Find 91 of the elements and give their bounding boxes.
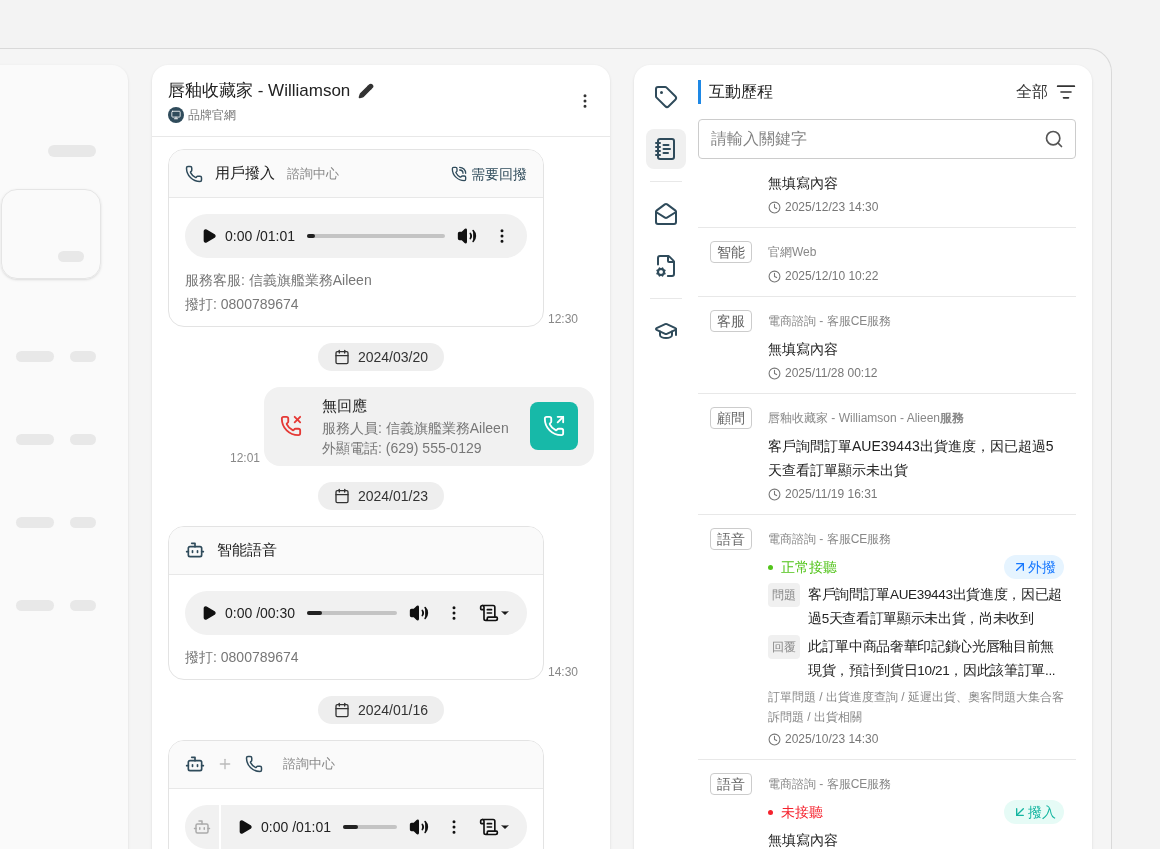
- type-tag: 顧問: [710, 407, 752, 429]
- contact-name: 唇釉收藏家 - Williamson: [168, 79, 351, 102]
- audio-time: 0:00 /01:01: [225, 227, 296, 246]
- history-time: 2025/10/23 14:30: [768, 731, 1064, 747]
- volume-icon[interactable]: [457, 226, 477, 246]
- message-time: 12:30: [548, 311, 579, 327]
- date-chip: 2024/03/20: [317, 343, 445, 371]
- edit-icon[interactable]: [358, 82, 375, 99]
- phone-call-icon: [451, 165, 467, 182]
- plus-icon: [217, 756, 233, 772]
- message-time: 14:30: [548, 663, 579, 680]
- call-detail: 外顯電話: (629) 555-0129: [322, 438, 483, 458]
- history-content: 無填寫內容: [768, 340, 839, 359]
- search-field[interactable]: 請輸入關鍵字: [698, 119, 1076, 159]
- robot-icon: [193, 817, 211, 836]
- history-source: 電商諮詢 - 客服CE服務: [768, 531, 893, 548]
- call-status: 未接聽: [768, 802, 823, 822]
- type-tag: 客服: [710, 310, 752, 332]
- history-time: 2025/11/28 00:12: [768, 365, 1064, 381]
- history-content: 無填寫內容: [768, 174, 839, 193]
- message-time: 12:01: [229, 449, 260, 466]
- clock-icon: [768, 366, 781, 380]
- phone-icon: [185, 164, 203, 183]
- card-detail: 服務客服: 信義旗艦業務Aileen: [185, 271, 373, 290]
- date-chip: 2024/01/16: [317, 695, 445, 724]
- transcript-menu[interactable]: [479, 602, 511, 623]
- card-subtitle: 諮詢中心: [283, 755, 335, 774]
- qa-text: 此訂單中商品奢華印記鎖心光唇釉目前無現貨，預計到貨日10/21，因此該筆訂單...: [808, 638, 1057, 680]
- calendar-icon: [333, 349, 350, 365]
- calendar-icon: [333, 701, 350, 718]
- clock-icon: [768, 200, 781, 214]
- direction-badge: 撥入: [1004, 800, 1064, 824]
- monitor-icon: [168, 107, 184, 124]
- qa-label: 回覆: [768, 635, 800, 659]
- clock-icon: [768, 269, 781, 283]
- history-time: 2025/12/23 14:30: [768, 199, 1064, 215]
- transcript-menu[interactable]: [479, 816, 511, 837]
- audio-track[interactable]: [307, 234, 445, 238]
- clock-icon: [768, 732, 781, 746]
- type-tag: 語音: [710, 528, 752, 550]
- history-content: 客戶詢問訂單AUE39443出貨進度，因已超過5天查看訂單顯示未出貨: [768, 437, 1055, 480]
- volume-icon[interactable]: [409, 816, 429, 837]
- callback-label: 需要回撥: [451, 163, 527, 184]
- play-icon[interactable]: [201, 604, 217, 621]
- clock-icon: [768, 487, 781, 501]
- audio-track[interactable]: [307, 610, 397, 615]
- calendar-icon: [333, 487, 350, 504]
- audio-track[interactable]: [343, 824, 397, 829]
- card-detail: 撥打: 0800789674: [185, 295, 300, 314]
- call-status: 正常接聽: [768, 557, 837, 577]
- phone-outgoing-icon: [543, 415, 565, 438]
- robot-icon: [185, 754, 205, 774]
- card-subtitle: 諮詢中心: [287, 164, 339, 183]
- history-source: 電商諮詢 - 客服CE服務: [768, 313, 893, 330]
- contact-source: 品牌官網: [168, 107, 375, 124]
- history-content: 無填寫內容: [768, 831, 839, 849]
- audio-time: 0:00 /01:01: [261, 817, 332, 837]
- filter-button[interactable]: 全部: [1016, 80, 1076, 104]
- history-source: 唇釉收藏家 - Williamson - Alieen服務: [768, 410, 966, 427]
- volume-icon[interactable]: [409, 602, 429, 623]
- audio-player[interactable]: 0:00 /01:01: [185, 214, 527, 258]
- phone-icon: [245, 755, 263, 773]
- panel-title: 互動歷程: [698, 80, 773, 104]
- card-title: 智能語音: [217, 539, 277, 560]
- history-categories: 訂單問題 / 出貨進度查詢 / 延遲出貨、奧客問題大集合客訴問題 / 出貨相關: [768, 689, 1064, 726]
- filter-icon: [1056, 82, 1076, 102]
- audio-player[interactable]: 0:00 /01:01: [185, 804, 527, 849]
- play-icon[interactable]: [201, 228, 217, 244]
- play-icon[interactable]: [237, 818, 253, 835]
- history-time: 2025/12/10 10:22: [768, 268, 1064, 284]
- qa-label: 問題: [768, 583, 800, 607]
- card-detail: 撥打: 0800789674: [185, 647, 300, 667]
- type-tag: 智能: [710, 241, 752, 263]
- robot-icon: [185, 540, 205, 560]
- missed-call-icon: [280, 415, 302, 438]
- audio-time: 0:00 /00:30: [225, 603, 296, 623]
- search-icon[interactable]: [1044, 129, 1064, 149]
- call-detail: 服務人員: 信義旗艦業務Aileen: [322, 418, 510, 438]
- call-title: 無回應: [322, 396, 368, 416]
- direction-badge: 外撥: [1004, 555, 1064, 579]
- qa-text: 客戶詢問訂單AUE39443出貨進度，因已超過5天查看訂單顯示未出貨，尚未收到: [808, 586, 1063, 628]
- card-title: 用戶撥入: [215, 163, 275, 184]
- transcript-icon: [479, 816, 499, 837]
- transcript-icon: [479, 602, 499, 623]
- date-chip: 2024/01/23: [317, 481, 445, 510]
- history-time: 2025/11/19 16:31: [768, 486, 1064, 502]
- type-tag: 語音: [710, 773, 752, 795]
- audio-player[interactable]: 0:00 /00:30: [185, 590, 527, 635]
- notebook-icon[interactable]: [646, 129, 686, 169]
- history-source: 官網Web: [768, 244, 818, 261]
- history-source: 電商諮詢 - 客服CE服務: [768, 776, 893, 793]
